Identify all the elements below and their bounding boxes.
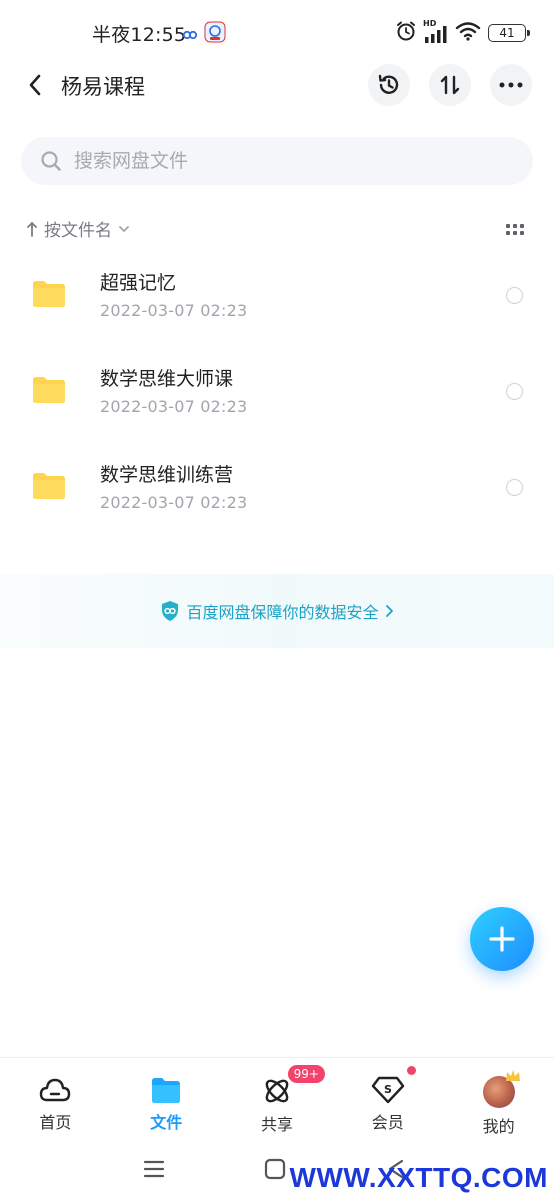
folder-icon <box>152 1078 181 1103</box>
tab-label: 会员 <box>371 1113 404 1132</box>
cloud-home-icon <box>40 1078 71 1102</box>
bottom-tab-bar: 首页 文件 99+ 共享 S 会员 我的 <box>0 1057 554 1139</box>
avatar <box>482 1070 520 1108</box>
shield-icon <box>162 601 179 621</box>
back-button[interactable] <box>20 70 50 100</box>
file-name: 数学思维大师课 <box>100 368 234 390</box>
more-button[interactable] <box>490 64 532 106</box>
share-atom-icon <box>265 1079 289 1103</box>
select-checkbox[interactable] <box>506 383 523 400</box>
signal-icon: HD <box>423 19 448 43</box>
transfer-icon <box>440 75 460 95</box>
app-notification-icon <box>204 21 226 47</box>
history-button[interactable] <box>368 64 410 106</box>
select-checkbox[interactable] <box>506 287 523 304</box>
search-box[interactable] <box>21 137 533 185</box>
plus-icon <box>489 926 515 952</box>
tab-label: 文件 <box>150 1113 183 1132</box>
tab-files[interactable]: 文件 <box>111 1058 222 1139</box>
crown-icon <box>505 1070 520 1081</box>
tab-label: 我的 <box>482 1117 515 1136</box>
vip-diamond-icon: S <box>371 1076 404 1104</box>
tab-me[interactable]: 我的 <box>443 1058 554 1139</box>
sort-label: 按文件名 <box>44 221 112 241</box>
folder-icon <box>33 473 65 499</box>
folder-icon <box>33 377 65 403</box>
select-checkbox[interactable] <box>506 479 523 496</box>
file-name: 超强记忆 <box>100 272 177 294</box>
home-button[interactable] <box>260 1154 290 1184</box>
chevron-down-icon <box>119 225 129 232</box>
security-banner-text: 百度网盘保障你的数据安全 <box>186 603 379 622</box>
sort-arrow-up-icon <box>27 221 37 237</box>
tab-home[interactable]: 首页 <box>0 1058 111 1139</box>
chevron-right-icon <box>385 605 393 617</box>
search-input[interactable] <box>74 150 454 172</box>
file-date: 2022-03-07 02:23 <box>100 397 248 416</box>
wifi-icon <box>455 21 481 45</box>
list-item[interactable]: 超强记忆 2022-03-07 02:23 <box>0 250 554 346</box>
list-item[interactable]: 数学思维大师课 2022-03-07 02:23 <box>0 346 554 442</box>
status-right-icons: HD 41 <box>395 19 530 46</box>
folder-icon <box>33 281 65 307</box>
battery-icon: 41 <box>488 24 530 42</box>
tab-vip[interactable]: S 会员 <box>332 1058 443 1139</box>
tab-label: 共享 <box>260 1115 293 1134</box>
file-list: 超强记忆 2022-03-07 02:23 数学思维大师课 2022-03-07… <box>0 250 554 538</box>
list-item[interactable]: 数学思维训练营 2022-03-07 02:23 <box>0 442 554 538</box>
more-icon <box>499 82 523 88</box>
history-icon <box>378 74 399 94</box>
file-date: 2022-03-07 02:23 <box>100 493 248 512</box>
status-bar: 半夜12:55 HD 41 <box>0 0 554 62</box>
signal-label: HD <box>423 19 437 28</box>
svg-text:S: S <box>384 1083 392 1096</box>
status-time: 半夜12:55 <box>92 24 187 46</box>
grid-view-icon[interactable] <box>506 224 524 238</box>
share-badge: 99+ <box>287 1065 325 1083</box>
page-title: 杨易课程 <box>61 75 145 99</box>
menu-button[interactable] <box>139 1154 169 1184</box>
security-banner[interactable]: 百度网盘保障你的数据安全 <box>0 574 554 648</box>
sort-control[interactable]: 按文件名 <box>26 216 130 241</box>
file-name: 数学思维训练营 <box>100 464 234 486</box>
tab-share[interactable]: 99+ 共享 <box>222 1058 333 1139</box>
file-date: 2022-03-07 02:23 <box>100 301 248 320</box>
menu-icon <box>143 1160 165 1178</box>
baidu-netdisk-small-icon <box>182 25 198 44</box>
alarm-icon <box>395 20 417 46</box>
status-app-icons <box>182 21 226 47</box>
chevron-left-icon <box>29 74 41 96</box>
transfer-button[interactable] <box>429 64 471 106</box>
vip-dot-badge <box>407 1066 417 1075</box>
add-button[interactable] <box>470 907 534 971</box>
watermark: WWW.XXTTQ.COM <box>289 1162 548 1193</box>
search-icon <box>41 151 61 171</box>
tab-label: 首页 <box>39 1113 72 1132</box>
header: 杨易课程 <box>0 62 554 108</box>
home-square-icon <box>264 1158 286 1180</box>
